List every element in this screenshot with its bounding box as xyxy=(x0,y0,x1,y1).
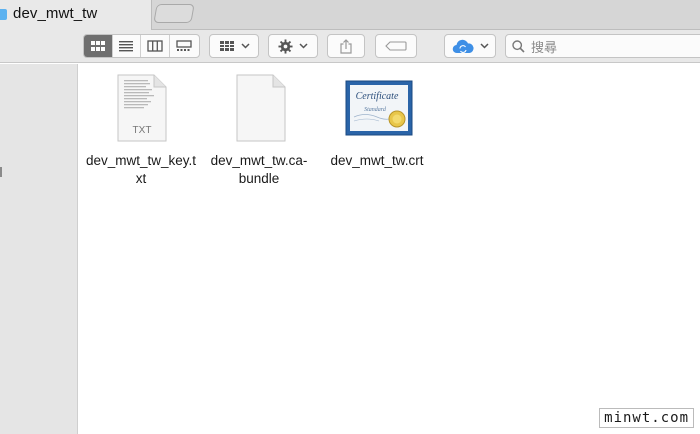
svg-text:TXT: TXT xyxy=(133,125,152,136)
new-tab-button[interactable] xyxy=(153,4,195,23)
column-view-icon xyxy=(147,40,163,52)
gear-icon xyxy=(278,38,293,54)
tab-dev-mwt-tw[interactable]: dev_mwt_tw xyxy=(0,0,152,30)
cover-flow-view-button[interactable] xyxy=(170,35,199,57)
search-field[interactable]: 搜尋 xyxy=(505,34,700,58)
file-item-crt[interactable]: Certificate Standard dev_mwt_tw.crt xyxy=(317,64,437,194)
toolbar: 搜尋 xyxy=(0,30,700,63)
certificate-title: Certificate xyxy=(356,91,399,102)
chevron-down-icon xyxy=(299,43,308,49)
list-view-button[interactable] xyxy=(113,35,142,57)
file-name: dev_mwt_tw_key.t xt xyxy=(85,153,197,186)
file-item-ca-bundle[interactable]: dev_mwt_tw.ca-bundle xyxy=(199,64,319,194)
sidebar xyxy=(0,64,78,434)
chevron-down-icon xyxy=(240,43,250,49)
folder-icon xyxy=(0,9,7,20)
tags-button[interactable] xyxy=(375,34,417,58)
finder-window: dev_mwt_tw 搜尋 TXT dev_mwt_tw_key.t xt de… xyxy=(0,0,700,434)
certificate-subtitle: Standard xyxy=(364,107,387,113)
file-name: dev_mwt_tw.ca-bundle xyxy=(210,153,308,186)
file-name: dev_mwt_tw.crt xyxy=(330,153,424,168)
file-item-key-txt[interactable]: TXT dev_mwt_tw_key.t xt xyxy=(81,64,201,194)
search-icon xyxy=(512,39,525,53)
icloud-button[interactable] xyxy=(444,34,496,58)
blank-document-icon xyxy=(236,74,286,142)
cover-flow-view-icon xyxy=(176,40,192,51)
chevron-down-icon xyxy=(479,43,489,49)
file-browser-content: TXT dev_mwt_tw_key.t xt dev_mwt_tw.ca-bun… xyxy=(79,64,700,434)
view-mode-segmented-control xyxy=(83,34,200,58)
certificate-icon: Certificate Standard xyxy=(345,80,413,136)
arrange-button[interactable] xyxy=(209,34,259,58)
watermark: minwt.com xyxy=(599,408,694,428)
icloud-icon xyxy=(452,39,474,53)
tab-title: dev_mwt_tw xyxy=(13,5,98,22)
txt-file-icon: TXT xyxy=(117,74,167,142)
column-view-button[interactable] xyxy=(141,35,170,57)
sidebar-selection-marker xyxy=(0,167,2,177)
icon-view-button[interactable] xyxy=(84,35,113,57)
share-button[interactable] xyxy=(327,34,365,58)
share-icon xyxy=(340,38,352,54)
list-view-icon xyxy=(119,41,134,52)
action-button[interactable] xyxy=(268,34,318,58)
tag-icon xyxy=(385,41,407,51)
icon-view-icon xyxy=(90,41,105,51)
search-placeholder: 搜尋 xyxy=(531,39,558,55)
tab-bar: dev_mwt_tw xyxy=(0,0,700,30)
arrange-grid-icon xyxy=(219,41,234,51)
